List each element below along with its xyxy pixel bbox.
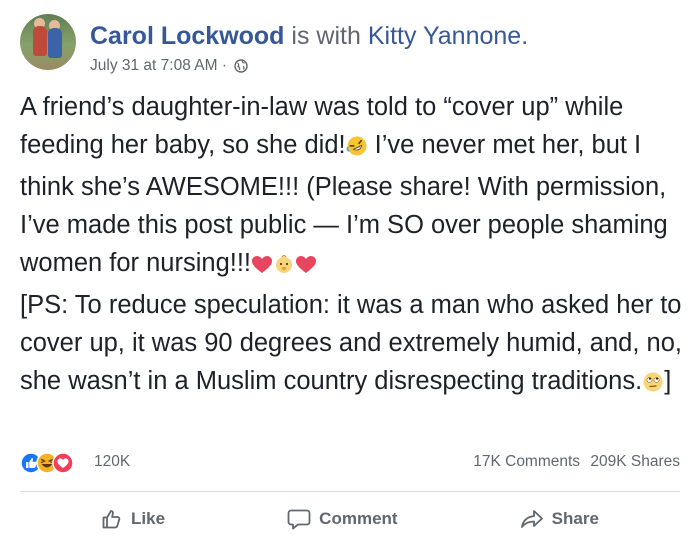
thumbs-up-icon <box>102 510 121 529</box>
actions-divider <box>20 491 680 492</box>
share-label: Share <box>551 509 599 528</box>
post-paragraph-1: A friend’s daughter-in-law was told to “… <box>20 88 690 286</box>
globe-icon[interactable] <box>234 59 249 79</box>
post-stats: 120K 17K Comments 209K Shares <box>20 450 680 474</box>
post-text-segment: ] <box>664 367 672 395</box>
facebook-post: Carol Lockwood is with Kitty Yannone. Ju… <box>0 0 700 548</box>
reaction-count[interactable]: 120K <box>94 453 130 471</box>
comment-icon <box>287 509 311 530</box>
love-reaction-icon <box>52 452 74 474</box>
tagged-user[interactable]: Kitty Yannone. <box>368 22 528 50</box>
like-button[interactable]: Like <box>101 496 165 542</box>
author-avatar[interactable] <box>20 14 76 70</box>
post-text-segment: [PS: To reduce speculation: it was a man… <box>20 291 682 395</box>
shares-count[interactable]: 209K Shares <box>590 453 680 470</box>
action-bar: Like Comment Share <box>0 496 700 542</box>
post-meta: July 31 at 7:08 AM · <box>90 56 249 79</box>
post-paragraph-2: [PS: To reduce speculation: it was a man… <box>20 286 690 404</box>
comment-button[interactable]: Comment <box>287 496 398 542</box>
post-timestamp[interactable]: July 31 at 7:08 AM <box>90 57 218 74</box>
meta-separator: · <box>221 57 228 74</box>
engagement-counts: 17K Comments 209K Shares <box>473 453 680 471</box>
author-line: Carol Lockwood is with Kitty Yannone. <box>90 20 528 52</box>
with-text: is with <box>291 22 361 50</box>
author-name[interactable]: Carol Lockwood <box>90 22 284 50</box>
heart-emoji <box>251 248 273 286</box>
share-button[interactable]: Share <box>520 496 599 542</box>
rolling-laughing-emoji <box>346 130 368 168</box>
baby-emoji <box>273 248 295 286</box>
like-label: Like <box>131 509 166 528</box>
rolling-eyes-emoji <box>642 366 664 404</box>
comments-count[interactable]: 17K Comments <box>473 453 580 470</box>
heart-emoji <box>295 248 317 286</box>
post-header: Carol Lockwood is with Kitty Yannone. Ju… <box>20 14 680 78</box>
comment-label: Comment <box>319 509 398 528</box>
post-body: A friend’s daughter-in-law was told to “… <box>20 88 690 404</box>
share-arrow-icon <box>520 510 543 528</box>
